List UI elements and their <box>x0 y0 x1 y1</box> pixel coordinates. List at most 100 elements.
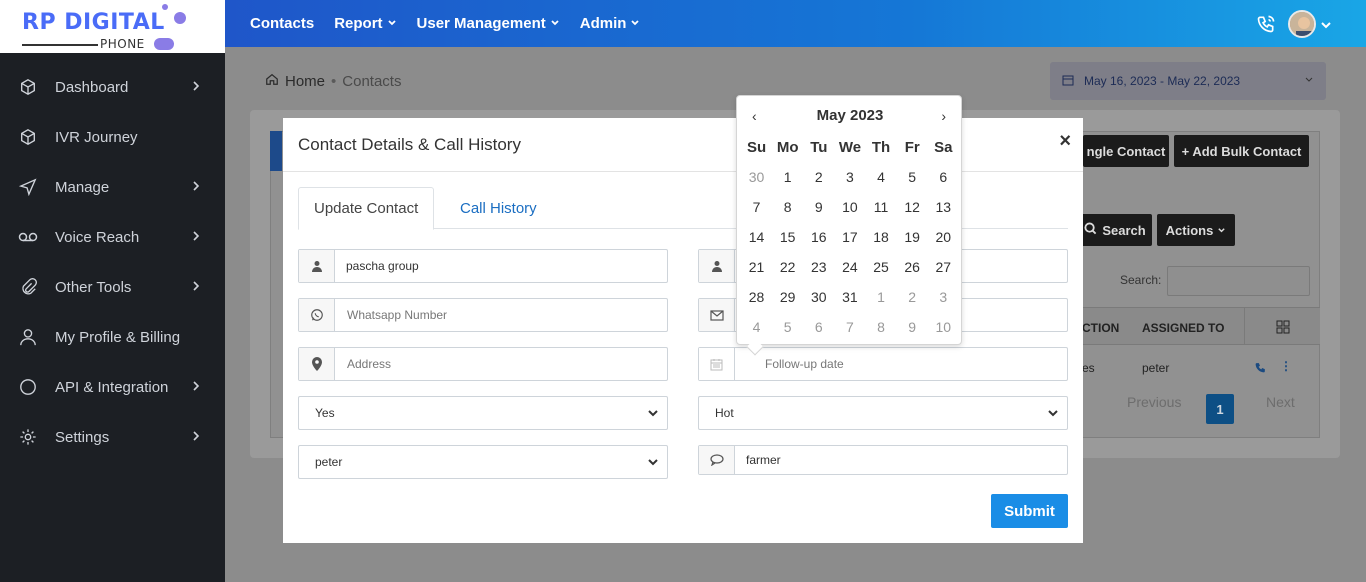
breadcrumb-home[interactable]: Home <box>285 73 325 90</box>
datepicker-day[interactable]: 8 <box>772 192 803 222</box>
phone-icon[interactable] <box>1256 14 1276 39</box>
sidebar-item-api-integration[interactable]: API & Integration <box>0 362 225 412</box>
datepicker-day[interactable]: 20 <box>928 222 959 252</box>
datepicker-day[interactable]: 10 <box>928 312 959 342</box>
datepicker-day[interactable]: 1 <box>772 162 803 192</box>
table-search-input[interactable] <box>1167 266 1310 296</box>
sidebar-item-ivr-journey[interactable]: IVR Journey <box>0 112 225 162</box>
calendar-icon <box>699 348 735 380</box>
sidebar-item-dashboard[interactable]: Dashboard <box>0 62 225 112</box>
nav-contacts[interactable]: Contacts <box>250 15 314 32</box>
datepicker-day[interactable]: 4 <box>741 312 772 342</box>
nav-label: User Management <box>416 15 546 32</box>
whatsapp-field[interactable]: Whatsapp Number <box>298 298 668 332</box>
search-button[interactable]: Search <box>1078 214 1152 246</box>
datepicker-day[interactable]: 8 <box>866 312 897 342</box>
datepicker-next[interactable]: › <box>941 108 946 124</box>
datepicker-day[interactable]: 21 <box>741 252 772 282</box>
tab-update-contact[interactable]: Update Contact <box>298 187 435 230</box>
lead-temperature-value: Hot <box>715 406 734 420</box>
datepicker-day[interactable]: 9 <box>897 312 928 342</box>
datepicker-day[interactable]: 29 <box>772 282 803 312</box>
sidebar-item-settings[interactable]: Settings <box>0 412 225 462</box>
datepicker-day[interactable]: 24 <box>834 252 865 282</box>
sidebar-item-voice-reach[interactable]: Voice Reach <box>0 212 225 262</box>
pager-page[interactable]: 1 <box>1206 394 1234 424</box>
datepicker-day[interactable]: 5 <box>772 312 803 342</box>
home-icon[interactable] <box>265 72 279 90</box>
whatsapp-placeholder: Whatsapp Number <box>347 308 448 322</box>
logo-dot <box>174 12 186 24</box>
datepicker-day[interactable]: 2 <box>803 162 834 192</box>
submit-button[interactable]: Submit <box>991 494 1068 528</box>
sidebar-item-label: Voice Reach <box>55 228 140 246</box>
add-single-contact-button[interactable]: ngle Contact <box>1083 135 1169 167</box>
close-icon[interactable]: × <box>1059 130 1071 153</box>
add-bulk-contact-button[interactable]: + Add Bulk Contact <box>1174 135 1309 167</box>
datepicker-day[interactable]: 10 <box>834 192 865 222</box>
datepicker-day[interactable]: 3 <box>928 282 959 312</box>
mail-icon <box>699 299 735 331</box>
datepicker-day[interactable]: 26 <box>897 252 928 282</box>
sidebar-item-my-profile-billing[interactable]: My Profile & Billing <box>0 312 225 362</box>
datepicker-day[interactable]: 27 <box>928 252 959 282</box>
datepicker-day[interactable]: 11 <box>866 192 897 222</box>
sidebar-item-other-tools[interactable]: Other Tools <box>0 262 225 312</box>
datepicker-day[interactable]: 6 <box>803 312 834 342</box>
datepicker-week: 21 22 23 24 25 26 27 <box>741 252 959 282</box>
note-field[interactable]: farmer <box>698 445 1068 475</box>
datepicker-day[interactable]: 30 <box>803 282 834 312</box>
name-field[interactable]: pascha group <box>298 249 668 283</box>
datepicker-day[interactable]: 4 <box>866 162 897 192</box>
actions-button[interactable]: Actions <box>1157 214 1235 246</box>
datepicker-day[interactable]: 22 <box>772 252 803 282</box>
date-range-picker[interactable]: May 16, 2023 - May 22, 2023 <box>1050 62 1326 100</box>
datepicker-day[interactable]: 5 <box>897 162 928 192</box>
datepicker-day[interactable]: 25 <box>866 252 897 282</box>
datepicker-day[interactable]: 17 <box>834 222 865 252</box>
datepicker-day[interactable]: 6 <box>928 162 959 192</box>
datepicker-day[interactable]: 9 <box>803 192 834 222</box>
grid-icon[interactable] <box>1244 308 1320 345</box>
datepicker-day[interactable]: 19 <box>897 222 928 252</box>
tab-call-history[interactable]: Call History <box>445 187 552 229</box>
datepicker-day[interactable]: 2 <box>897 282 928 312</box>
sidebar: RP DIGITAL PHONE Dashboard IVR Journey Man… <box>0 0 225 582</box>
datepicker-day[interactable]: 3 <box>834 162 865 192</box>
datepicker-day[interactable]: 12 <box>897 192 928 222</box>
status-select[interactable]: Yes <box>298 396 668 430</box>
cube-icon <box>18 77 38 97</box>
datepicker-day[interactable]: 30 <box>741 162 772 192</box>
datepicker-day[interactable]: 7 <box>834 312 865 342</box>
pager-next[interactable]: Next <box>1266 394 1295 410</box>
chevron-down-icon[interactable] <box>1320 18 1332 36</box>
user-avatar[interactable] <box>1288 10 1316 38</box>
pager-previous[interactable]: Previous <box>1127 394 1181 410</box>
sidebar-item-label: IVR Journey <box>55 128 138 146</box>
datepicker-day[interactable]: 23 <box>803 252 834 282</box>
nav-report[interactable]: Report <box>334 15 396 32</box>
datepicker-day[interactable]: 13 <box>928 192 959 222</box>
address-field[interactable]: Address <box>298 347 668 381</box>
datepicker-day[interactable]: 1 <box>866 282 897 312</box>
more-options-icon[interactable]: ⋮ <box>1280 359 1292 373</box>
assigned-select[interactable]: peter <box>298 445 668 479</box>
datepicker-title[interactable]: May 2023 <box>737 107 963 124</box>
nav-user-management[interactable]: User Management <box>417 15 560 32</box>
datepicker-day[interactable]: 7 <box>741 192 772 222</box>
datepicker-day[interactable]: 15 <box>772 222 803 252</box>
datepicker-day[interactable]: 14 <box>741 222 772 252</box>
datepicker-day[interactable]: 18 <box>866 222 897 252</box>
nav-admin[interactable]: Admin <box>580 15 641 32</box>
datepicker-day[interactable]: 28 <box>741 282 772 312</box>
datepicker-day[interactable]: 16 <box>803 222 834 252</box>
lead-temperature-select[interactable]: Hot <box>698 396 1068 430</box>
topbar: Contacts Report User Management Admin <box>225 0 1366 47</box>
datepicker-day[interactable]: 31 <box>834 282 865 312</box>
datepicker: ‹ May 2023 › Su Mo Tu We Th Fr Sa 30 1 2 3 4 5 6 7 8 9 10… <box>736 95 963 356</box>
sidebar-item-manage[interactable]: Manage <box>0 162 225 212</box>
chevron-right-icon <box>189 379 203 393</box>
phone-icon[interactable] <box>1254 361 1267 377</box>
logo[interactable]: RP DIGITAL PHONE <box>0 0 225 53</box>
search-icon <box>1084 222 1097 238</box>
